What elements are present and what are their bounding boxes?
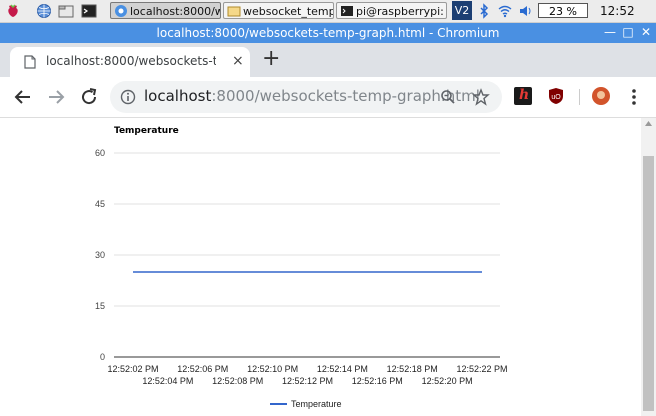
url-text[interactable]: localhost:8000/websockets-temp-graph.htm… [144,87,480,105]
y-tick-label: 45 [95,199,105,209]
chromium-icon [115,5,127,17]
file-manager-icon[interactable] [58,3,74,19]
back-icon[interactable] [11,85,35,109]
cpu-usage-label: 23 % [549,5,577,18]
y-tick-label: 0 [100,352,105,362]
info-icon[interactable] [120,89,136,105]
x-tick-label: 12:52:20 PM [422,376,473,386]
temperature-chart: 0 15 30 45 60 12:52:02 PM 12:52:06 PM 12:52:10 … [95,148,508,409]
minimize-button[interactable]: — [603,25,617,39]
taskbar-item-label: pi@raspberrypi: ... [356,5,446,18]
taskbar-item-folder[interactable]: websocket_temp [223,2,334,19]
terminal-icon [341,6,353,16]
address-bar[interactable]: localhost:8000/websockets-temp-graph.htm… [110,81,502,113]
clock[interactable]: 12:52 [600,0,635,22]
menu-kebab-icon[interactable] [622,85,646,109]
cpu-usage-monitor[interactable]: 23 % [538,3,588,18]
web-browser-icon[interactable] [36,3,52,19]
vertical-scrollbar[interactable] [641,118,656,416]
y-tick-label: 30 [95,250,105,260]
page-content: Temperature 0 15 30 45 60 12:52:02 PM 12:52:06… [0,118,641,416]
legend-label: Temperature [291,399,342,409]
x-tick-label: 12:52:06 PM [177,364,228,374]
taskbar-item-label: websocket_temp [243,5,334,18]
wifi-icon[interactable] [497,3,513,19]
extension-h-icon[interactable]: h [514,87,532,105]
toolbar-divider [579,89,580,105]
svg-text:uO: uO [551,94,561,101]
volume-icon[interactable] [518,3,534,19]
maximize-button[interactable]: □ [621,25,635,39]
folder-icon [227,6,241,17]
x-tick-label: 12:52:22 PM [456,364,507,374]
window-titlebar[interactable]: localhost:8000/websockets-temp-graph.htm… [0,23,656,43]
y-tick-label: 15 [95,301,105,311]
url-host: localhost [144,87,212,105]
taskbar-item-label: localhost:8000/w [130,5,221,18]
raspberry-menu-icon[interactable] [5,3,21,19]
x-tick-label: 12:52:10 PM [247,364,298,374]
x-tick-label: 12:52:04 PM [142,376,193,386]
tab-title: localhost:8000/websockets-temp-gr [46,54,216,68]
vnc-label: V2 [454,4,470,17]
vnc-icon[interactable]: V2 [452,1,472,20]
reload-icon[interactable] [77,85,101,109]
bookmark-star-icon[interactable] [472,88,490,106]
x-tick-label: 12:52:12 PM [282,376,333,386]
browser-toolbar: localhost:8000/websockets-temp-graph.htm… [0,77,656,118]
profile-avatar[interactable] [592,87,610,105]
x-tick-label: 12:52:16 PM [352,376,403,386]
close-tab-icon[interactable]: × [232,53,244,69]
ublock-origin-icon[interactable]: uO [547,87,565,105]
x-tick-label: 12:52:18 PM [387,364,438,374]
page-icon [24,55,36,69]
terminal-icon[interactable] [81,3,97,19]
window-title: localhost:8000/websockets-temp-graph.htm… [156,26,500,40]
x-tick-label: 12:52:02 PM [107,364,158,374]
forward-icon[interactable] [44,85,68,109]
close-window-button[interactable]: ✕ [639,25,653,39]
zoom-icon[interactable] [440,89,456,105]
tab-active[interactable]: localhost:8000/websockets-temp-gr × [10,47,250,77]
bluetooth-icon[interactable] [476,3,492,19]
new-tab-button[interactable]: + [262,47,280,71]
taskbar-item-chromium[interactable]: localhost:8000/w [110,2,221,19]
tab-strip: localhost:8000/websockets-temp-gr × + [0,43,656,77]
x-tick-label: 12:52:14 PM [317,364,368,374]
taskbar-item-terminal[interactable]: pi@raspberrypi: ... [336,2,447,19]
x-tick-label: 12:52:08 PM [212,376,263,386]
y-tick-label: 60 [95,148,105,158]
scrollbar-thumb[interactable] [643,156,654,411]
taskbar: localhost:8000/w websocket_temp pi@raspb… [0,0,656,23]
scroll-up-arrow-icon[interactable] [645,121,652,126]
